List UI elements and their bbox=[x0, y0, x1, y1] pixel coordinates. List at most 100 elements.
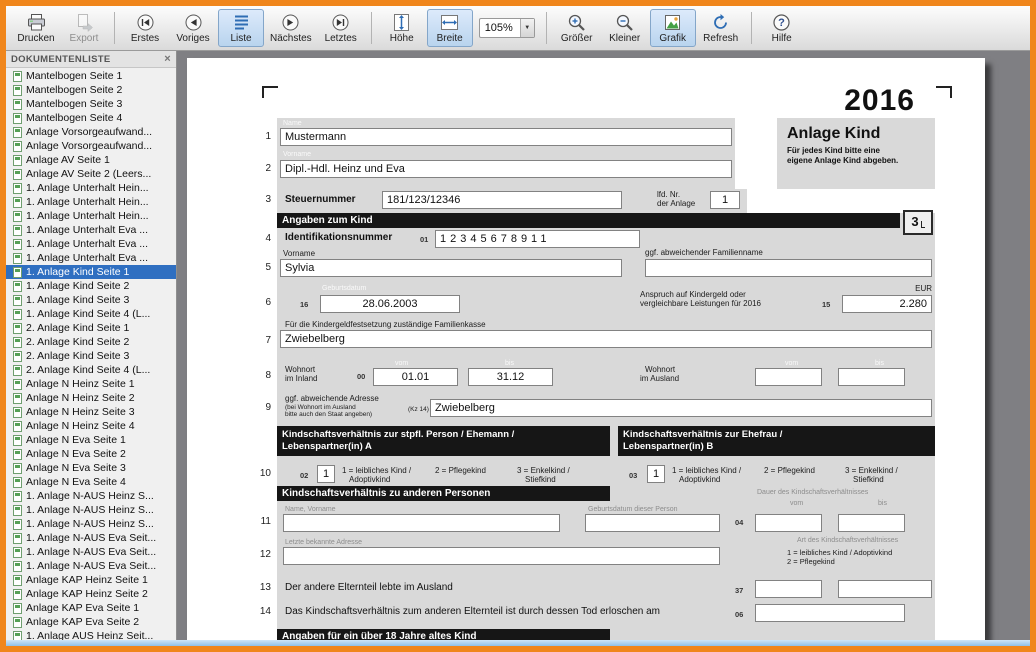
toolbar-separator bbox=[751, 12, 752, 44]
form-line-number: 7 bbox=[251, 332, 271, 350]
document-list-item-label: 2. Anlage Kind Seite 4 (L... bbox=[26, 364, 150, 376]
kv-option3-line2: Stiefkind bbox=[853, 475, 884, 484]
document-list-item[interactable]: Anlage N Eva Seite 3 bbox=[6, 461, 176, 475]
document-list-item-label: 1. Anlage Unterhalt Hein... bbox=[26, 182, 149, 194]
document-list-item[interactable]: Anlage N Heinz Seite 3 bbox=[6, 405, 176, 419]
abw-adresse-field: Zwiebelberg bbox=[430, 399, 932, 417]
document-list-item[interactable]: Anlage Vorsorgeaufwand... bbox=[6, 125, 176, 139]
document-list-item[interactable]: 2. Anlage Kind Seite 4 (L... bbox=[6, 363, 176, 377]
document-list-item[interactable]: 1. Anlage Kind Seite 2 bbox=[6, 279, 176, 293]
document-list-item[interactable]: Anlage N Eva Seite 4 bbox=[6, 475, 176, 489]
wohnort-ausland-vom-field bbox=[755, 368, 822, 386]
document-list-item[interactable]: 2. Anlage Kind Seite 2 bbox=[6, 335, 176, 349]
help-button[interactable]: ? Hilfe bbox=[759, 9, 805, 47]
print-button[interactable]: Drucken bbox=[13, 9, 59, 47]
document-list-item[interactable]: 1. Anlage Kind Seite 4 (L... bbox=[6, 307, 176, 321]
export-button[interactable]: Export bbox=[61, 9, 107, 47]
document-list-item[interactable]: 1. Anlage Unterhalt Eva ... bbox=[6, 223, 176, 237]
document-icon bbox=[13, 519, 22, 530]
document-list-item-label: 1. Anlage N-AUS Eva Seit... bbox=[26, 532, 156, 544]
document-list-item[interactable]: 1. Anlage Unterhalt Hein... bbox=[6, 209, 176, 223]
zoom-in-icon bbox=[567, 13, 586, 32]
wohnort-inland-label-line1: Wohnort bbox=[285, 365, 315, 374]
document-list-item[interactable]: Anlage KAP Heinz Seite 2 bbox=[6, 587, 176, 601]
document-list-item[interactable]: Mantelbogen Seite 2 bbox=[6, 83, 176, 97]
zoom-select[interactable]: 105% ▼ bbox=[479, 18, 535, 38]
form-title-box: Anlage Kind Für jedes Kind bitte eine ei… bbox=[777, 118, 935, 189]
document-list-item-label: Anlage N Heinz Seite 2 bbox=[26, 392, 135, 404]
document-icon bbox=[13, 589, 22, 600]
document-list-item[interactable]: 1. Anlage N-AUS Eva Seit... bbox=[6, 531, 176, 545]
document-list-item[interactable]: Mantelbogen Seite 4 bbox=[6, 111, 176, 125]
form-line-number: 12 bbox=[251, 546, 271, 564]
fit-height-button[interactable]: Höhe bbox=[379, 9, 425, 47]
document-list-item[interactable]: 1. Anlage N-AUS Heinz S... bbox=[6, 503, 176, 517]
document-list-item[interactable]: Anlage N Heinz Seite 2 bbox=[6, 391, 176, 405]
wohnort-code: 00 bbox=[357, 372, 365, 381]
document-list-item[interactable]: Anlage N Eva Seite 2 bbox=[6, 447, 176, 461]
document-icon bbox=[13, 463, 22, 474]
document-list-item[interactable]: 1. Anlage AUS Heinz Seit... bbox=[6, 629, 176, 640]
document-list-item-label: 1. Anlage N-AUS Heinz S... bbox=[26, 518, 154, 530]
help-button-label: Hilfe bbox=[772, 33, 792, 44]
lfdnr-label-line2: der Anlage bbox=[657, 199, 695, 208]
fit-width-button[interactable]: Breite bbox=[427, 9, 473, 47]
document-icon bbox=[13, 631, 22, 641]
document-list-item-label: 1. Anlage Unterhalt Eva ... bbox=[26, 224, 148, 236]
document-list-item[interactable]: 1. Anlage Unterhalt Eva ... bbox=[6, 237, 176, 251]
document-list-item[interactable]: 1. Anlage N-AUS Eva Seit... bbox=[6, 559, 176, 573]
document-list-item[interactable]: Anlage KAP Heinz Seite 1 bbox=[6, 573, 176, 587]
list-button[interactable]: Liste bbox=[218, 9, 264, 47]
document-list-item[interactable]: 1. Anlage N-AUS Heinz S... bbox=[6, 517, 176, 531]
document-list-item[interactable]: 2. Anlage Kind Seite 3 bbox=[6, 349, 176, 363]
document-list-item-label: Anlage N Eva Seite 2 bbox=[26, 448, 126, 460]
refresh-button[interactable]: Refresh bbox=[698, 9, 744, 47]
last-page-button[interactable]: Letztes bbox=[318, 9, 364, 47]
document-list-item[interactable]: Mantelbogen Seite 1 bbox=[6, 69, 176, 83]
form-line-number: 3 bbox=[251, 191, 271, 209]
steuernummer-label: Steuernummer bbox=[285, 194, 356, 205]
zoom-out-icon bbox=[615, 13, 634, 32]
document-list-item[interactable]: 1. Anlage N-AUS Heinz S... bbox=[6, 489, 176, 503]
document-list-item[interactable]: 2. Anlage Kind Seite 1 bbox=[6, 321, 176, 335]
app-window: Drucken Export Erstes Voriges Liste Näch… bbox=[0, 0, 1036, 652]
document-list-item[interactable]: 1. Anlage Unterhalt Hein... bbox=[6, 195, 176, 209]
close-icon[interactable]: × bbox=[164, 54, 171, 65]
section-kindschaftsverhaeltnis-andere: Kindschaftsverhältnis zu anderen Persone… bbox=[277, 486, 610, 501]
horizontal-scrollbar[interactable] bbox=[6, 640, 1030, 646]
document-list-item[interactable]: 1. Anlage N-AUS Eva Seit... bbox=[6, 545, 176, 559]
document-icon bbox=[13, 141, 22, 152]
wohnort-ausland-bis-field bbox=[838, 368, 905, 386]
zoom-in-button[interactable]: Größer bbox=[554, 9, 600, 47]
graphic-button[interactable]: Grafik bbox=[650, 9, 696, 47]
familienkasse-field: Zwiebelberg bbox=[280, 330, 932, 348]
document-list-item[interactable]: Anlage KAP Eva Seite 1 bbox=[6, 601, 176, 615]
geburtsdatum-code: 16 bbox=[300, 300, 308, 309]
next-page-button-label: Nächstes bbox=[270, 33, 312, 44]
document-list-item[interactable]: Anlage Vorsorgeaufwand... bbox=[6, 139, 176, 153]
document-list-item[interactable]: 1. Anlage Unterhalt Hein... bbox=[6, 181, 176, 195]
spacer bbox=[735, 118, 777, 189]
zoom-out-button[interactable]: Kleiner bbox=[602, 9, 648, 47]
kv-option1-line1: 1 = leibliches Kind / bbox=[672, 466, 741, 475]
previous-page-button[interactable]: Voriges bbox=[170, 9, 216, 47]
form-subtitle-line2: eigene Anlage Kind abgeben. bbox=[777, 156, 935, 166]
document-list-item[interactable]: Anlage KAP Eva Seite 2 bbox=[6, 615, 176, 629]
first-page-button[interactable]: Erstes bbox=[122, 9, 168, 47]
document-icon bbox=[13, 99, 22, 110]
document-list-item[interactable]: Anlage AV Seite 1 bbox=[6, 153, 176, 167]
document-icon bbox=[13, 169, 22, 180]
document-list-item[interactable]: Anlage N Eva Seite 1 bbox=[6, 433, 176, 447]
document-list-item[interactable]: Anlage N Heinz Seite 4 bbox=[6, 419, 176, 433]
abw-adresse-label-line3: bitte auch den Staat angeben) bbox=[285, 411, 372, 418]
kindergeld-field: 2.280 bbox=[842, 295, 932, 313]
next-page-button[interactable]: Nächstes bbox=[266, 9, 316, 47]
document-list-item[interactable]: 1. Anlage Unterhalt Eva ... bbox=[6, 251, 176, 265]
document-list-item[interactable]: Anlage N Heinz Seite 1 bbox=[6, 377, 176, 391]
last-page-icon bbox=[331, 13, 350, 32]
document-list-item[interactable]: 1. Anlage Kind Seite 1 bbox=[6, 265, 176, 279]
document-list-item[interactable]: Anlage AV Seite 2 (Leers... bbox=[6, 167, 176, 181]
kv-option2: 2 = Pflegekind bbox=[764, 466, 815, 475]
document-list-item[interactable]: 1. Anlage Kind Seite 3 bbox=[6, 293, 176, 307]
document-list-item[interactable]: Mantelbogen Seite 3 bbox=[6, 97, 176, 111]
